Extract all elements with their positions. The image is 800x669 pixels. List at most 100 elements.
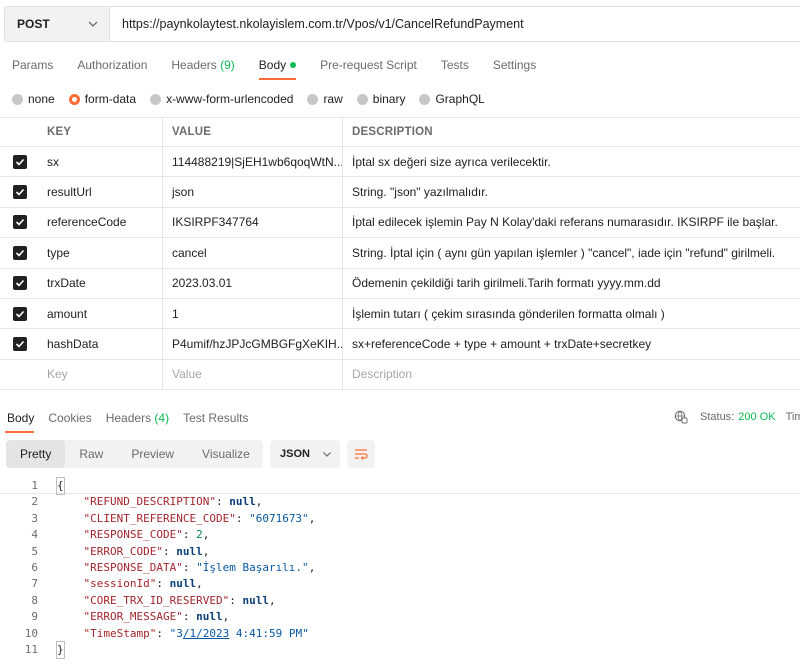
header-key: KEY [40, 118, 163, 146]
line-number: 10 [24, 626, 38, 640]
view-visualize-button[interactable]: Visualize [188, 440, 264, 468]
view-pretty-button[interactable]: Pretty [6, 440, 66, 468]
tab-headers[interactable]: Headers (9) [159, 50, 246, 80]
json-value: null [176, 544, 203, 558]
json-key: "TimeStamp" [83, 626, 157, 640]
radio-label: form-data [84, 92, 137, 106]
line-number: 11 [24, 642, 38, 656]
response-body-code[interactable]: 1{2 "REFUND_DESCRIPTION": null, 3 "CLIENT… [0, 476, 800, 660]
checkbox[interactable] [13, 306, 27, 321]
description-cell[interactable]: İşlemin tutarı ( çekim sırasında gönderi… [343, 299, 800, 328]
key-cell[interactable]: trxDate [40, 268, 163, 298]
value-cell[interactable]: cancel [163, 238, 343, 268]
chevron-down-icon [323, 452, 331, 457]
radio-label: binary [372, 92, 406, 106]
description-cell[interactable]: İptal sx değeri size ayrıca verilecektir… [343, 147, 800, 176]
wrap-lines-button[interactable] [347, 440, 375, 468]
value-cell[interactable]: P4umif/hzJPJcGMBGFgXeKIH... [163, 329, 343, 359]
key-cell[interactable]: amount [40, 298, 163, 329]
tab-response-headers[interactable]: Headers (4) [99, 405, 176, 431]
description-cell[interactable]: Ödemenin çekildiği tarih girilmeli.Tarih… [343, 269, 800, 298]
tab-label: Body [258, 58, 287, 72]
code-line: 11} [0, 640, 800, 660]
radio-label: GraphQL [435, 92, 485, 106]
json-value: "İşlem Başarılı." [196, 560, 309, 574]
key-cell[interactable]: sx [40, 147, 163, 177]
json-key: "RESPONSE_CODE" [83, 528, 183, 542]
check-icon [15, 249, 25, 257]
tab-label: Settings [492, 58, 537, 72]
view-raw-button[interactable]: Raw [65, 440, 117, 468]
key-cell[interactable]: resultUrl [40, 177, 163, 207]
radio-circle-icon [150, 93, 162, 105]
checkbox[interactable] [13, 245, 27, 260]
radio-label: raw [323, 92, 343, 106]
line-number: 7 [31, 577, 38, 591]
row-checkbox-cell [0, 208, 40, 237]
tab-test-results[interactable]: Test Results [176, 405, 255, 431]
value-cell[interactable]: 114488219|SjEH1wb6qoqWtN... [163, 147, 343, 177]
tab-response-body[interactable]: Body [0, 405, 41, 433]
table-row: type cancel String. İptal için ( aynı gün … [0, 238, 800, 269]
json-value: null [169, 577, 197, 591]
status-value[interactable]: 200 OK [738, 411, 775, 423]
line-number: 8 [31, 593, 38, 607]
key-cell[interactable]: referenceCode [40, 207, 163, 238]
json-key: "ERROR_CODE" [83, 544, 163, 558]
description-cell[interactable]: String. "json" yazılmalıdır. [343, 177, 800, 206]
json-key: "ERROR_MESSAGE" [83, 610, 183, 624]
row-checkbox-cell [0, 329, 40, 358]
method-label: POST [17, 17, 50, 31]
key-cell[interactable]: hashData [40, 329, 163, 359]
tab-settings[interactable]: Settings [481, 50, 548, 80]
table-row: amount 1 İşlemin tutarı ( çekim sırasında … [0, 298, 800, 330]
value-cell[interactable]: IKSIRPF347764 [163, 207, 343, 238]
value-cell[interactable]: json [163, 177, 343, 207]
empty-checkbox-cell [0, 360, 40, 389]
response-status: Status: 200 OK Tim [674, 410, 800, 424]
method-select[interactable]: POST [5, 7, 110, 41]
tab-body[interactable]: Body [247, 50, 308, 80]
description-cell[interactable]: String. İptal için ( aynı gün yapılan iş… [343, 238, 800, 267]
radio-x-www-form-urlencoded[interactable]: x-www-form-urlencoded [150, 92, 293, 106]
description-cell[interactable]: İptal edilecek işlemin Pay N Kolay'daki … [343, 208, 800, 237]
radio-none[interactable]: none [12, 92, 55, 106]
checkbox[interactable] [13, 185, 27, 200]
tab-pre-request-script[interactable]: Pre-request Script [308, 50, 429, 80]
key-input[interactable]: Key [40, 359, 163, 390]
radio-form-data[interactable]: form-data [68, 92, 137, 106]
value-input[interactable]: Value [163, 359, 343, 390]
form-data-table: KEY VALUE DESCRIPTION sx 114488219|SjEH1w… [0, 117, 800, 391]
radio-raw[interactable]: raw [307, 92, 343, 106]
check-icon [15, 158, 25, 166]
checkbox[interactable] [13, 154, 27, 169]
tab-label: Headers [171, 58, 217, 72]
globe-icon[interactable] [674, 410, 688, 424]
tab-label: Body [7, 411, 35, 425]
table-row: resultUrl json String. "json" yazılmalıdır… [0, 177, 800, 208]
format-select[interactable]: JSON [270, 440, 340, 468]
tab-params[interactable]: Params [0, 50, 65, 80]
json-value: 2 [196, 528, 203, 542]
description-input[interactable]: Description [343, 360, 800, 389]
json-key: "CLIENT_REFERENCE_CODE" [83, 511, 236, 525]
radio-circle-icon [419, 93, 431, 105]
key-cell[interactable]: type [40, 238, 163, 268]
check-icon [15, 310, 25, 318]
tab-cookies[interactable]: Cookies [41, 405, 98, 431]
radio-circle-icon [12, 93, 23, 105]
value-cell[interactable]: 2023.03.01 [163, 268, 343, 298]
view-preview-button[interactable]: Preview [117, 440, 188, 468]
radio-label: x-www-form-urlencoded [166, 92, 294, 106]
radio-graphql[interactable]: GraphQL [419, 92, 485, 106]
tab-tests[interactable]: Tests [429, 50, 481, 80]
checkbox[interactable] [13, 276, 27, 291]
url-input[interactable]: https://paynkolaytest.nkolayislem.com.tr… [110, 17, 524, 31]
checkbox[interactable] [13, 215, 27, 230]
radio-binary[interactable]: binary [356, 92, 406, 106]
description-cell[interactable]: sx+referenceCode + type + amount + trxDa… [343, 329, 800, 358]
tab-authorization[interactable]: Authorization [65, 50, 159, 80]
checkbox[interactable] [13, 337, 27, 352]
value-cell[interactable]: 1 [163, 298, 343, 329]
radio-circle-icon [356, 93, 368, 105]
